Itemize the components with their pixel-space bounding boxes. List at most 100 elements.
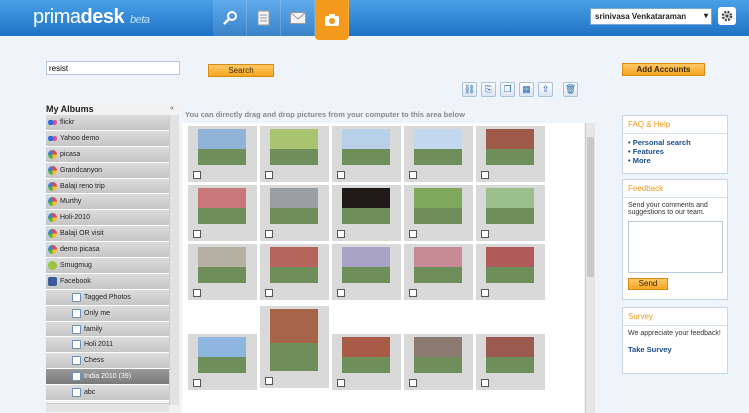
album-item[interactable]: Murthy — [46, 194, 169, 211]
send-button[interactable]: Send — [628, 278, 668, 290]
photo-checkbox[interactable] — [481, 379, 489, 387]
album-item[interactable]: Chess — [46, 353, 169, 370]
photo-checkbox[interactable] — [337, 171, 345, 179]
add-accounts-button[interactable]: Add Accounts — [622, 63, 705, 76]
album-item[interactable]: Smugmug — [46, 258, 169, 274]
photo-thumbnail[interactable] — [332, 334, 401, 390]
feedback-textarea[interactable] — [628, 221, 723, 273]
photo-thumbnail[interactable] — [476, 126, 545, 182]
album-item[interactable]: Tagged Photos — [46, 289, 169, 306]
photo-checkbox[interactable] — [193, 379, 201, 387]
photo-checkbox[interactable] — [337, 379, 345, 387]
photo-grid[interactable] — [182, 123, 584, 413]
photo-thumbnail[interactable] — [476, 334, 545, 390]
attach-icon[interactable]: ⎘ — [481, 82, 496, 97]
nav-icons — [213, 0, 349, 40]
photo-checkbox[interactable] — [193, 230, 201, 238]
search-icon[interactable] — [213, 0, 247, 36]
photo-image — [198, 188, 246, 224]
user-select[interactable]: srinivasa Venkataraman ▾ — [590, 8, 712, 25]
photo-checkbox[interactable] — [265, 171, 273, 179]
album-label: Yahoo demo — [60, 134, 100, 142]
scroll-thumb[interactable] — [587, 137, 594, 277]
photo-checkbox[interactable] — [193, 289, 201, 297]
album-item[interactable]: family — [46, 321, 169, 338]
photo-checkbox[interactable] — [481, 289, 489, 297]
folder-grid-icon — [72, 356, 81, 366]
album-item[interactable]: picasa — [46, 146, 169, 163]
copy-icon[interactable]: ❐ — [500, 82, 515, 97]
photo-thumbnail[interactable] — [188, 244, 257, 300]
photo-thumbnail[interactable] — [476, 244, 545, 300]
photos-icon[interactable] — [315, 0, 349, 40]
photo-checkbox[interactable] — [337, 289, 345, 297]
photo-checkbox[interactable] — [409, 171, 417, 179]
folder-grid-icon — [72, 340, 81, 350]
photo-checkbox[interactable] — [265, 377, 273, 385]
search-button[interactable]: Search — [208, 64, 274, 77]
picasa-icon — [48, 165, 57, 175]
photo-thumbnail[interactable] — [188, 126, 257, 182]
search-input[interactable] — [46, 61, 180, 75]
photo-thumbnail[interactable] — [404, 185, 473, 241]
album-item[interactable]: Facebook — [46, 273, 169, 290]
mail-icon[interactable] — [281, 0, 315, 36]
album-item[interactable]: Balaji OR visit — [46, 226, 169, 243]
link-icon[interactable]: ⛓ — [462, 82, 477, 97]
faq-title: FAQ & Help — [623, 116, 727, 134]
photo-checkbox[interactable] — [409, 230, 417, 238]
photo-thumbnail[interactable] — [188, 334, 257, 390]
photo-checkbox[interactable] — [337, 230, 345, 238]
photo-thumbnail[interactable] — [332, 185, 401, 241]
share-icon[interactable]: ⇪ — [538, 82, 553, 97]
album-item[interactable]: Holi 2011 — [46, 337, 169, 354]
faq-link-more[interactable]: • More — [628, 156, 722, 165]
trash-icon[interactable]: 🗑 — [563, 82, 578, 97]
album-item[interactable]: Balaji reno trip — [46, 178, 169, 195]
photo-checkbox[interactable] — [481, 171, 489, 179]
gear-icon[interactable] — [718, 7, 736, 25]
album-item[interactable]: demo picasa — [46, 242, 169, 259]
photo-image — [270, 188, 318, 224]
survey-title: Survey — [623, 308, 727, 326]
album-item[interactable]: India 2010 (39) — [46, 369, 169, 386]
photo-checkbox[interactable] — [409, 289, 417, 297]
photo-checkbox[interactable] — [265, 289, 273, 297]
photo-checkbox[interactable] — [193, 171, 201, 179]
album-icon[interactable]: ▦ — [519, 82, 534, 97]
collapse-icon[interactable]: « — [170, 105, 174, 112]
photo-thumbnail[interactable] — [260, 244, 329, 300]
album-item[interactable]: flickr — [46, 115, 169, 131]
faq-link-features[interactable]: • Features — [628, 147, 722, 156]
photo-thumbnail[interactable] — [332, 244, 401, 300]
photo-thumbnail[interactable] — [260, 185, 329, 241]
photo-thumbnail[interactable] — [404, 244, 473, 300]
grid-scrollbar[interactable] — [585, 123, 595, 413]
album-label: Balaji OR visit — [60, 230, 104, 238]
photo-thumbnail[interactable] — [476, 185, 545, 241]
photo-thumbnail[interactable] — [188, 185, 257, 241]
photo-checkbox[interactable] — [481, 230, 489, 238]
album-item[interactable]: abc — [46, 385, 169, 402]
picasa-icon — [48, 229, 57, 239]
photo-thumbnail[interactable] — [404, 126, 473, 182]
document-icon[interactable] — [247, 0, 281, 36]
photo-thumbnail[interactable] — [404, 334, 473, 390]
photo-thumbnail[interactable] — [260, 126, 329, 182]
photo-thumbnail[interactable] — [332, 126, 401, 182]
flickr-icon — [48, 133, 57, 143]
faq-link-personal-search[interactable]: • Personal search — [628, 138, 722, 147]
photo-thumbnail[interactable] — [260, 306, 329, 388]
app-logo[interactable]: primadesk beta — [33, 6, 150, 29]
album-hscrollbar[interactable] — [46, 403, 169, 412]
album-scrollbar[interactable] — [169, 115, 179, 405]
photo-checkbox[interactable] — [409, 379, 417, 387]
album-item[interactable]: Holi-2010 — [46, 210, 169, 227]
take-survey-link[interactable]: Take Survey — [628, 345, 722, 354]
album-item[interactable]: Grandcanyon — [46, 162, 169, 179]
photo-checkbox[interactable] — [265, 230, 273, 238]
faq-box: FAQ & Help • Personal search • Features … — [622, 115, 728, 174]
photo-image — [198, 247, 246, 283]
album-item[interactable]: Only me — [46, 305, 169, 322]
album-item[interactable]: Yahoo demo — [46, 130, 169, 147]
